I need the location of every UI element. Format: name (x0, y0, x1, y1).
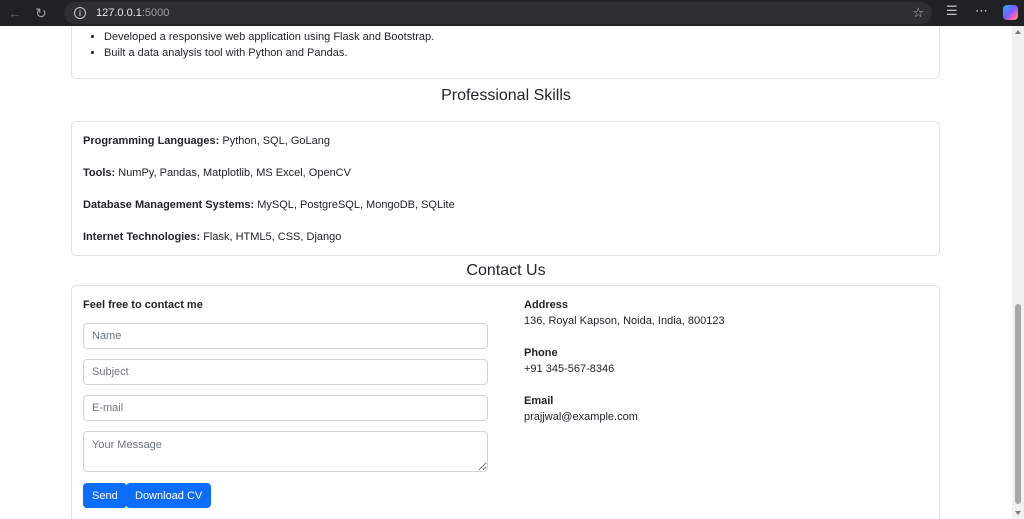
skill-label: Internet Technologies: (83, 231, 201, 243)
skill-line-programming: Programming Languages: Python, SQL, GoLa… (83, 135, 330, 147)
skill-value: Python, SQL, GoLang (219, 135, 330, 147)
email-block: Email prajjwal@example.com (524, 395, 638, 423)
favorites-icon[interactable]: ☰ (946, 3, 958, 19)
name-input[interactable] (83, 323, 488, 349)
address-value: 136, Royal Kapson, Noida, India, 800123 (524, 315, 725, 327)
url-port: :5000 (141, 7, 170, 19)
send-button[interactable]: Send (83, 483, 127, 508)
skills-card: Programming Languages: Python, SQL, GoLa… (71, 121, 940, 256)
scrollbar-thumb[interactable] (1015, 304, 1021, 504)
project-item: Developed a responsive web application u… (104, 29, 434, 45)
reload-icon[interactable]: ↻ (30, 2, 52, 24)
projects-list: Developed a responsive web application u… (104, 29, 434, 61)
skill-label: Database Management Systems: (83, 199, 255, 211)
more-menu-icon[interactable]: ⋯ (975, 3, 988, 19)
contact-lead: Feel free to contact me (83, 299, 203, 311)
contact-card: Feel free to contact me Send Download CV… (71, 285, 940, 519)
address-block: Address 136, Royal Kapson, Noida, India,… (524, 299, 725, 327)
project-item: Built a data analysis tool with Python a… (104, 45, 434, 61)
skill-label: Tools: (83, 167, 116, 179)
skill-value: Flask, HTML5, CSS, Django (200, 231, 342, 243)
skills-heading: Professional Skills (441, 87, 571, 104)
skill-line-databases: Database Management Systems: MySQL, Post… (83, 199, 455, 211)
url-host: 127.0.0.1 (96, 7, 142, 19)
page-viewport: Developed a responsive web application u… (0, 26, 1012, 519)
email-value: prajjwal@example.com (524, 411, 638, 423)
page-scrollbar[interactable] (1012, 26, 1024, 519)
email-input[interactable] (83, 395, 488, 421)
contact-heading: Contact Us (466, 262, 546, 279)
skill-value: MySQL, PostgreSQL, MongoDB, SQLite (254, 199, 455, 211)
skill-line-internet: Internet Technologies: Flask, HTML5, CSS… (83, 231, 341, 243)
phone-label: Phone (524, 347, 558, 359)
skill-value: NumPy, Pandas, Matplotlib, MS Excel, Ope… (115, 167, 351, 179)
copilot-icon[interactable] (1003, 5, 1018, 20)
scroll-up-icon[interactable] (1015, 30, 1021, 34)
subject-input[interactable] (83, 359, 488, 385)
address-bar[interactable]: i 127.0.0.1:5000 ☆ (64, 2, 932, 24)
projects-card: Developed a responsive web application u… (71, 26, 940, 79)
phone-block: Phone +91 345-567-8346 (524, 347, 614, 375)
phone-value: +91 345-567-8346 (524, 363, 615, 375)
address-label: Address (524, 299, 569, 311)
site-info-icon[interactable]: i (74, 7, 86, 19)
skill-line-tools: Tools: NumPy, Pandas, Matplotlib, MS Exc… (83, 167, 351, 179)
favorite-star-icon[interactable]: ☆ (912, 5, 924, 21)
message-textarea[interactable] (83, 431, 488, 472)
browser-toolbar: ← ↻ i 127.0.0.1:5000 ☆ ☰ ⋯ (0, 0, 1024, 26)
email-label: Email (524, 395, 554, 407)
scroll-down-icon[interactable] (1015, 511, 1021, 515)
skill-label: Programming Languages: (83, 135, 220, 147)
back-icon[interactable]: ← (4, 2, 26, 24)
download-cv-button[interactable]: Download CV (126, 483, 212, 508)
